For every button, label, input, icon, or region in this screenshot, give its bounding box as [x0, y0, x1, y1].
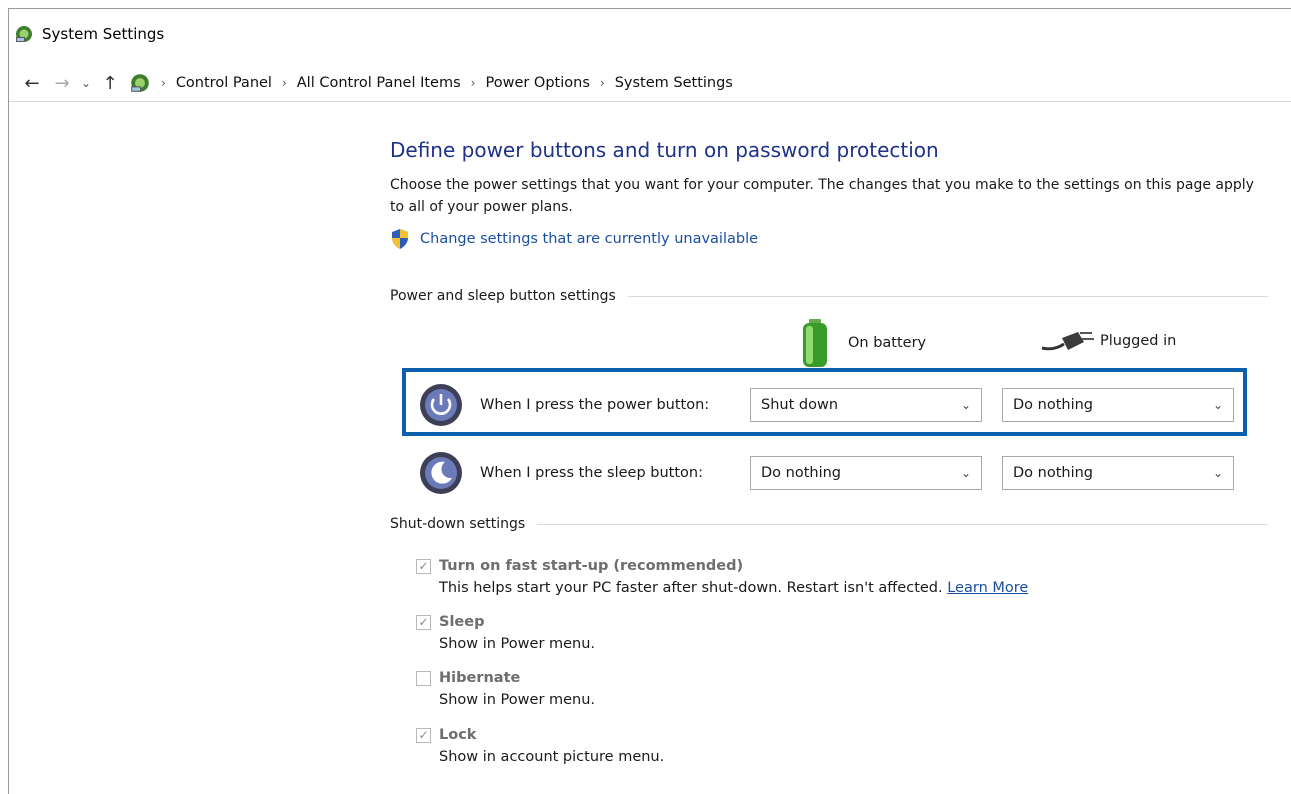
- selected-value: Do nothing: [761, 465, 842, 481]
- breadcrumb-all-items[interactable]: All Control Panel Items: [297, 75, 461, 91]
- uac-shield-icon: [392, 229, 408, 249]
- on-battery-label: On battery: [848, 335, 927, 351]
- shutdown-section-title: Shut-down settings: [390, 516, 526, 532]
- navigation-bar: ← → ⌄ ↑ › Control Panel › All Control Pa…: [9, 64, 1291, 102]
- power-button-plugged-in-select[interactable]: Do nothing ⌄: [1002, 388, 1234, 422]
- battery-icon: [803, 319, 827, 367]
- learn-more-link[interactable]: Learn More: [947, 580, 1028, 596]
- section-divider: [537, 523, 1268, 525]
- breadcrumb-system-settings[interactable]: System Settings: [615, 75, 733, 91]
- power-button-icon: [420, 384, 462, 426]
- main-content: Define power buttons and turn on passwor…: [390, 138, 1270, 765]
- page-description: Choose the power settings that you want …: [390, 177, 1254, 215]
- breadcrumb-separator[interactable]: ›: [600, 76, 605, 90]
- recent-locations-chevron-icon[interactable]: ⌄: [77, 76, 95, 90]
- sleep-button-on-battery-select[interactable]: Do nothing ⌄: [750, 456, 982, 490]
- hibernate-option: Hibernate Show in Power menu.: [416, 670, 595, 708]
- fast-startup-label: Turn on fast start-up (recommended): [439, 558, 744, 574]
- up-arrow-icon[interactable]: ↑: [99, 73, 121, 94]
- plugged-in-column-header: Plugged in: [1040, 328, 1176, 354]
- title-bar: System Settings: [14, 20, 164, 48]
- breadcrumb-power-options[interactable]: Power Options: [485, 75, 589, 91]
- fast-startup-checkbox[interactable]: ✓: [416, 558, 431, 574]
- power-button-on-battery-select[interactable]: Shut down ⌄: [750, 388, 982, 422]
- control-panel-icon: [16, 26, 32, 42]
- chevron-down-icon: ⌄: [960, 466, 971, 480]
- lock-description: Show in account picture menu.: [439, 749, 665, 765]
- breadcrumb-separator[interactable]: ›: [471, 76, 476, 90]
- lock-checkbox[interactable]: ✓: [416, 727, 431, 743]
- address-bar-divider: [9, 101, 1291, 102]
- lock-label: Lock: [439, 727, 477, 743]
- back-arrow-icon[interactable]: ←: [21, 73, 43, 94]
- fast-startup-description: This helps start your PC faster after sh…: [439, 580, 1028, 596]
- selected-value: Do nothing: [1013, 397, 1094, 413]
- fast-startup-option: ✓ Turn on fast start-up (recommended) Th…: [416, 558, 1028, 596]
- forward-arrow-icon[interactable]: →: [51, 73, 73, 94]
- chevron-down-icon: ⌄: [960, 398, 971, 412]
- selected-value: Shut down: [761, 397, 839, 413]
- sleep-button-icon: [420, 452, 462, 494]
- selected-value: Do nothing: [1013, 465, 1094, 481]
- change-settings-link[interactable]: Change settings that are currently unava…: [390, 228, 1270, 250]
- window-title: System Settings: [42, 25, 165, 43]
- sleep-label: Sleep: [439, 614, 485, 630]
- power-plug-icon: [1041, 332, 1094, 351]
- lock-option: ✓ Lock Show in account picture menu.: [416, 727, 664, 765]
- fast-startup-desc-text: This helps start your PC faster after sh…: [439, 580, 943, 596]
- page-title: Define power buttons and turn on passwor…: [390, 138, 939, 162]
- chevron-down-icon: ⌄: [1212, 398, 1223, 412]
- hibernate-checkbox[interactable]: [416, 670, 431, 686]
- shutdown-section-header: Shut-down settings: [390, 516, 1268, 532]
- hibernate-label: Hibernate: [439, 670, 521, 686]
- power-button-row: When I press the power button: Shut down…: [418, 382, 1254, 428]
- chevron-down-icon: ⌄: [1212, 466, 1223, 480]
- hibernate-description: Show in Power menu.: [439, 692, 596, 708]
- sleep-button-plugged-in-select[interactable]: Do nothing ⌄: [1002, 456, 1234, 490]
- plugged-in-label: Plugged in: [1100, 333, 1177, 349]
- power-sleep-section-title: Power and sleep button settings: [390, 288, 616, 304]
- control-panel-icon: [131, 74, 149, 92]
- breadcrumb-separator[interactable]: ›: [161, 76, 166, 90]
- sleep-button-row: When I press the sleep button: Do nothin…: [418, 450, 1254, 496]
- sleep-button-label: When I press the sleep button:: [480, 465, 703, 481]
- change-settings-link-text[interactable]: Change settings that are currently unava…: [420, 231, 758, 247]
- sleep-description: Show in Power menu.: [439, 636, 596, 652]
- section-divider: [627, 295, 1268, 297]
- power-sleep-section-header: Power and sleep button settings: [390, 288, 1268, 304]
- breadcrumb-separator[interactable]: ›: [282, 76, 287, 90]
- on-battery-column-header: On battery: [800, 318, 926, 368]
- power-button-label: When I press the power button:: [480, 397, 710, 413]
- breadcrumb-control-panel[interactable]: Control Panel: [176, 75, 272, 91]
- sleep-checkbox[interactable]: ✓: [416, 614, 431, 630]
- sleep-option: ✓ Sleep Show in Power menu.: [416, 614, 595, 652]
